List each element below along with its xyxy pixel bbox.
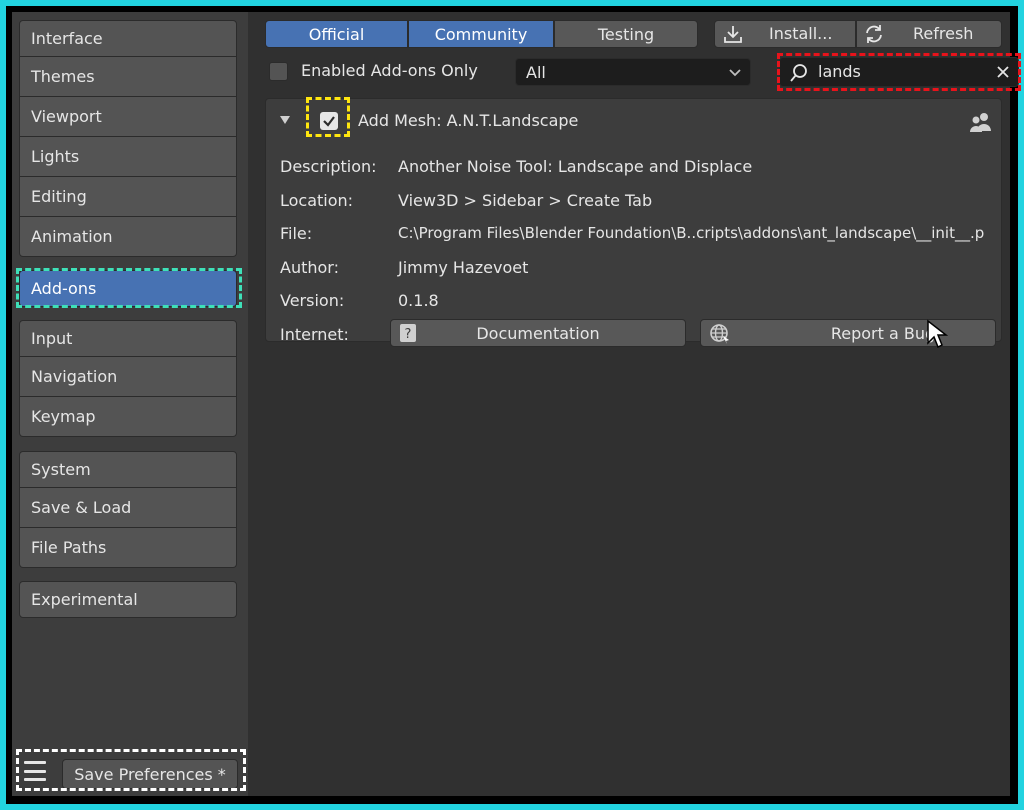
globe-link-icon [710,324,729,344]
field-label: Version: [280,290,345,310]
field-description: Description: Another Noise Tool: Landsca… [280,154,752,178]
field-label: File: [280,223,313,243]
expand-triangle-icon[interactable] [280,115,290,125]
field-value: 0.1.8 [398,290,439,310]
sidebar-group-general: Interface Themes Viewport Lights Editing… [19,20,237,257]
clear-search-icon[interactable] [996,65,1010,79]
tab-official[interactable]: Official [265,20,408,48]
sidebar: Interface Themes Viewport Lights Editing… [12,12,248,796]
addon-header[interactable]: Add Mesh: A.N.T.Landscape [280,97,991,137]
install-label: Install... [769,24,833,43]
category-value: All [526,62,546,82]
documentation-label: Documentation [476,323,600,343]
refresh-icon [866,25,882,43]
sidebar-item-animation[interactable]: Animation [19,217,237,257]
report-bug-button[interactable]: Report a Bug [700,319,996,347]
field-value: C:\Program Files\Blender Foundation\B..c… [398,224,985,242]
install-button[interactable]: Install... [714,20,856,48]
mouse-cursor-icon [927,319,948,349]
search-input[interactable]: lands [779,57,1019,87]
save-preferences-button[interactable]: Save Preferences * [62,759,238,789]
sidebar-item-file-paths[interactable]: File Paths [19,528,237,568]
addon-title: Add Mesh: A.N.T.Landscape [358,111,579,130]
search-query: lands [818,62,861,81]
sidebar-group-experimental: Experimental [19,581,237,618]
sidebar-item-keymap[interactable]: Keymap [19,397,237,437]
sidebar-item-save-load[interactable]: Save & Load [19,488,237,528]
sidebar-item-input[interactable]: Input [19,320,237,357]
sidebar-item-lights[interactable]: Lights [19,137,237,177]
report-bug-label: Report a Bug [830,323,936,343]
field-label: Location: [280,190,354,210]
field-location: Location: View3D > Sidebar > Create Tab [280,188,652,212]
refresh-button[interactable]: Refresh [856,20,1002,48]
bottom-bar: Save Preferences * [16,749,246,791]
field-version: Version: 0.1.8 [280,288,439,312]
enabled-only-checkbox[interactable] [269,62,288,81]
hamburger-menu-icon[interactable] [24,761,46,781]
field-label: Author: [280,257,339,277]
field-label: Description: [280,156,377,176]
preferences-window: Interface Themes Viewport Lights Editing… [12,12,1021,796]
sidebar-item-editing[interactable]: Editing [19,177,237,217]
category-dropdown[interactable]: All [515,58,751,86]
community-users-icon [970,113,991,132]
documentation-button[interactable]: ? Documentation [390,319,686,347]
field-label: Internet: [280,324,349,344]
sidebar-group-input: Input Navigation Keymap [19,320,237,437]
sidebar-group-addons: Add-ons [19,270,237,307]
field-file: File: C:\Program Files\Blender Foundatio… [280,221,984,245]
checkmark-icon [323,116,335,127]
field-value: Another Noise Tool: Landscape and Displa… [398,156,753,176]
addon-enable-checkbox[interactable] [320,112,338,130]
chevron-down-icon [728,62,742,86]
sidebar-group-system: System Save & Load File Paths [19,451,237,568]
refresh-label: Refresh [913,24,974,43]
field-author: Author: Jimmy Hazevoet [280,255,528,279]
field-value: View3D > Sidebar > Create Tab [398,190,653,210]
tab-community[interactable]: Community [408,20,554,48]
sidebar-item-navigation[interactable]: Navigation [19,357,237,397]
field-value: Jimmy Hazevoet [398,257,529,277]
sidebar-item-interface[interactable]: Interface [19,20,237,57]
addon-panel: Add Mesh: A.N.T.Landscape Description: A… [265,97,1002,349]
sidebar-item-system[interactable]: System [19,451,237,488]
field-internet: Internet: [280,322,398,346]
sidebar-item-themes[interactable]: Themes [19,57,237,97]
sidebar-item-experimental[interactable]: Experimental [19,581,237,618]
search-icon [790,64,807,82]
addons-main-panel: Official Community Testing Install... Re… [248,12,1021,796]
sidebar-item-viewport[interactable]: Viewport [19,97,237,137]
tab-testing[interactable]: Testing [554,20,698,48]
enabled-only-label: Enabled Add-ons Only [301,61,478,80]
filter-row: Enabled Add-ons Only All lands [265,53,1021,91]
download-icon [724,26,742,43]
sidebar-item-add-ons[interactable]: Add-ons [19,270,237,307]
addon-source-tabs: Official Community Testing [265,20,698,48]
